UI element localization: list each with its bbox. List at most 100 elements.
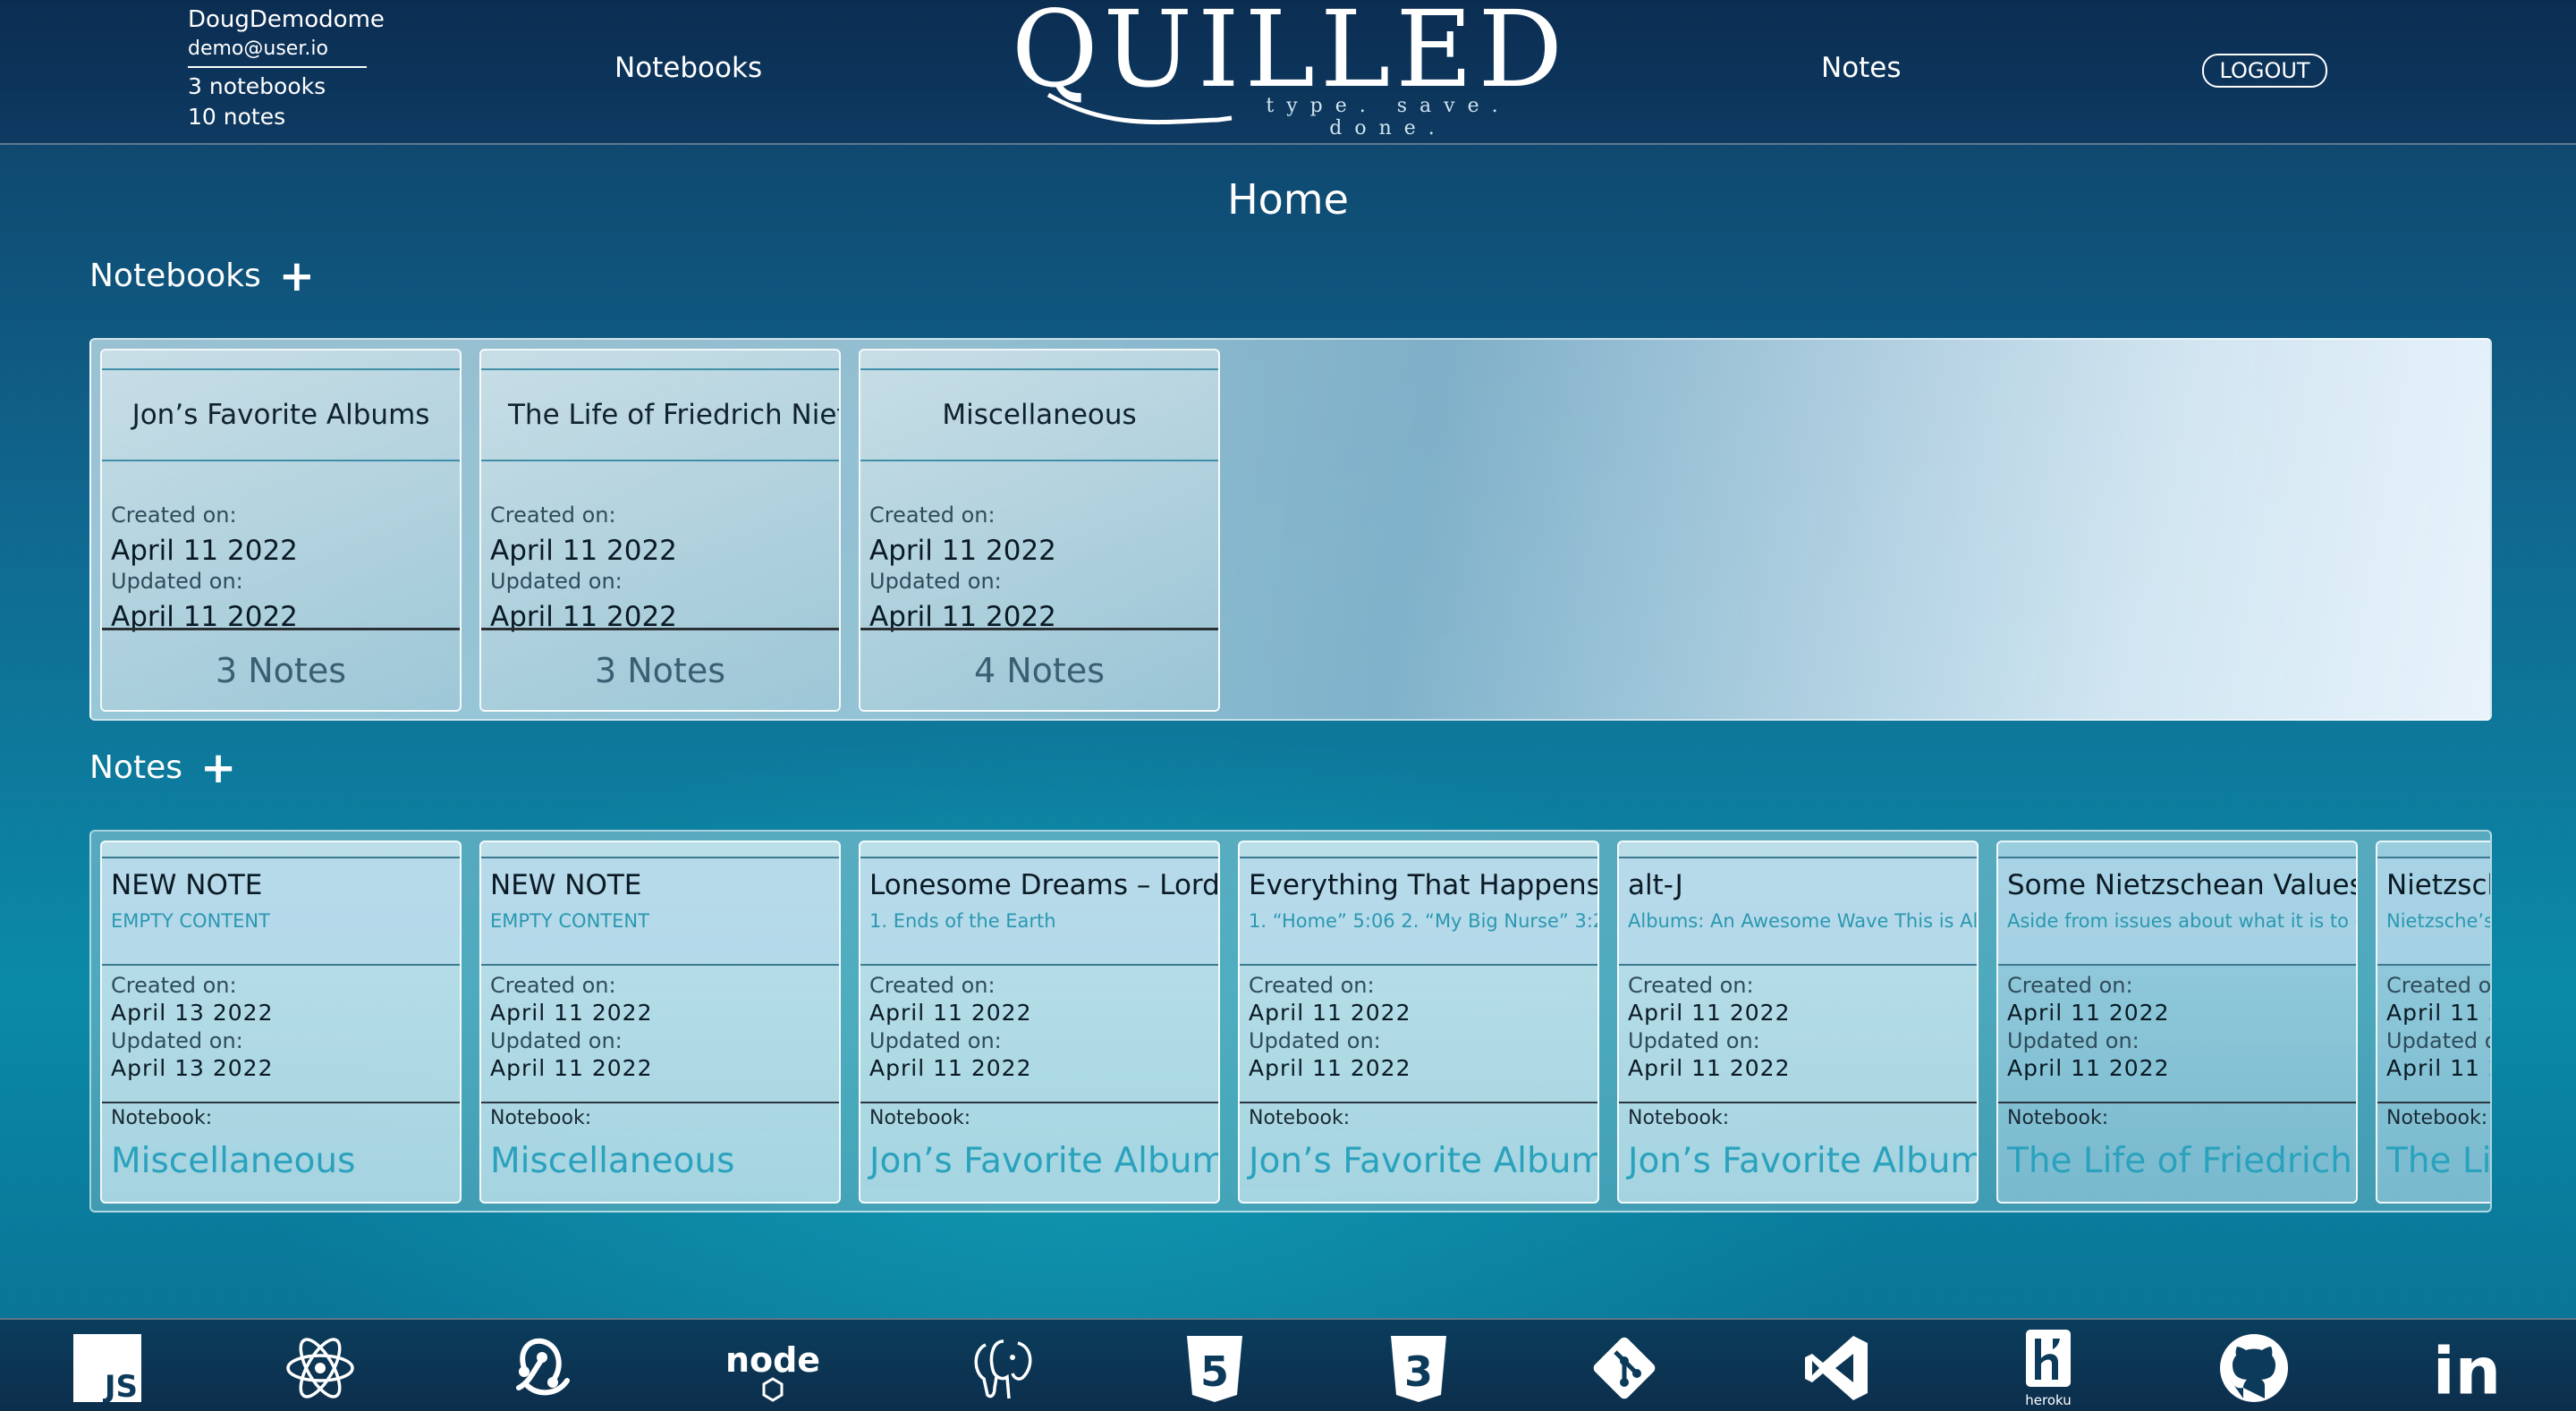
notebook-label: Notebook: — [2386, 1107, 2488, 1129]
updated-label: Updated on: — [111, 569, 243, 594]
note-notebook-name[interactable]: Miscellaneous — [111, 1141, 355, 1181]
note-card[interactable]: Everything That Happens Will Happen Toda… — [1238, 841, 1599, 1204]
created-date: April 11 2022 — [2386, 1000, 2490, 1026]
github-icon[interactable] — [2218, 1332, 2290, 1404]
svg-text:5: 5 — [1200, 1348, 1229, 1396]
note-snippet: 1. Ends of the Earth — [869, 910, 1056, 932]
add-note-button[interactable]: + — [200, 747, 236, 790]
created-label: Created on: — [1628, 973, 1754, 998]
note-notebook-name[interactable]: The Life of Friedrich Nietzsche — [2386, 1141, 2490, 1181]
created-label: Created on: — [869, 973, 996, 998]
css3-icon[interactable]: 3 — [1383, 1332, 1454, 1404]
notebooks-section-label: Notebooks — [89, 258, 261, 294]
note-title: alt-J — [1628, 869, 1683, 901]
note-title: Lonesome Dreams – Lord Huron — [869, 869, 1220, 901]
notebook-card[interactable]: Jon’s Favorite Albums Created on: April … — [100, 349, 462, 712]
page-title: Home — [1227, 175, 1349, 224]
notebook-note-count: 3 Notes — [102, 628, 460, 710]
linkedin-icon[interactable]: in — [2431, 1332, 2503, 1404]
note-title: Some Nietzschean Values — [2007, 869, 2358, 901]
svg-text:3: 3 — [1404, 1348, 1433, 1396]
updated-label: Updated on: — [2386, 1028, 2490, 1053]
user-info: DougDemodome demo@user.io 3 notebooks 10… — [188, 4, 385, 132]
note-card[interactable]: Lonesome Dreams – Lord Huron 1. Ends of t… — [859, 841, 1220, 1204]
git-icon[interactable] — [1589, 1332, 1660, 1404]
updated-label: Updated on: — [869, 569, 1002, 594]
notebook-label: Notebook: — [111, 1107, 213, 1129]
created-label: Created on: — [111, 503, 237, 528]
nodejs-icon[interactable]: node — [726, 1332, 819, 1404]
html5-icon[interactable]: 5 — [1179, 1332, 1250, 1404]
add-notebook-button[interactable]: + — [279, 255, 315, 298]
note-notebook-name[interactable]: Jon’s Favorite Albums — [1628, 1141, 1977, 1181]
postgresql-icon[interactable] — [968, 1332, 1039, 1404]
note-title: Nietzsche — [2386, 869, 2490, 901]
updated-label: Updated on: — [111, 1028, 243, 1053]
created-date: April 11 2022 — [2007, 1000, 2170, 1026]
note-card[interactable]: Nietzsche Nietzsche’s Created on: April 1… — [2376, 841, 2490, 1204]
created-label: Created on: — [490, 973, 616, 998]
nav-notebooks-link[interactable]: Notebooks — [614, 52, 762, 84]
notes-section-label: Notes — [89, 749, 182, 786]
note-title: NEW NOTE — [111, 869, 263, 901]
note-card[interactable]: Some Nietzschean Values Aside from issues… — [1996, 841, 2358, 1204]
note-notebook-name[interactable]: Jon’s Favorite Albums — [1249, 1141, 1597, 1181]
created-date: April 11 2022 — [1628, 1000, 1791, 1026]
note-notebook-name[interactable]: The Life of Friedrich Nietzsche — [2007, 1141, 2356, 1181]
notebooks-count: 3 notebooks — [188, 73, 326, 99]
created-label: Created on: — [490, 503, 616, 528]
javascript-icon[interactable]: JS — [72, 1332, 143, 1404]
updated-label: Updated on: — [1628, 1028, 1760, 1053]
created-date: April 11 2022 — [869, 1000, 1032, 1026]
notebook-label: Notebook: — [1628, 1107, 1730, 1129]
notebook-label: Notebook: — [490, 1107, 592, 1129]
note-snippet: Albums: An Awesome Wave This is All Your… — [1628, 910, 1979, 932]
note-notebook-name[interactable]: Jon’s Favorite Albums — [869, 1141, 1218, 1181]
created-date: April 11 2022 — [1249, 1000, 1411, 1026]
note-notebook-name[interactable]: Miscellaneous — [490, 1141, 734, 1181]
notebook-note-count: 3 Notes — [481, 628, 839, 710]
notes-count: 10 notes — [188, 104, 286, 130]
note-card[interactable]: NEW NOTE EMPTY CONTENT Created on: April … — [479, 841, 841, 1204]
vscode-icon[interactable] — [1801, 1332, 1873, 1404]
updated-date: April 11 2022 — [1249, 1055, 1411, 1081]
updated-date: April 11 2022 — [869, 1055, 1032, 1081]
updated-label: Updated on: — [869, 1028, 1002, 1053]
note-snippet: 1. “Home” 5:06 2. “My Big Nurse” 3:21 3. — [1249, 910, 1597, 932]
notebook-label: Notebook: — [869, 1107, 971, 1129]
updated-date: April 13 2022 — [111, 1055, 274, 1081]
updated-label: Updated on: — [490, 569, 623, 594]
updated-date: April 11 2022 — [2386, 1055, 2490, 1081]
notebook-name: The Life of Friedrich Nietzsche — [481, 370, 839, 461]
notes-section-header: Notes + — [89, 747, 236, 790]
redux-icon[interactable] — [506, 1332, 578, 1404]
note-card[interactable]: alt-J Albums: An Awesome Wave This is All… — [1617, 841, 1979, 1204]
updated-label: Updated on: — [490, 1028, 623, 1053]
notebooks-section-header: Notebooks + — [89, 255, 315, 298]
notebook-name: Miscellaneous — [860, 370, 1218, 461]
nav-notes-link[interactable]: Notes — [1821, 52, 1902, 84]
updated-date: April 11 2022 — [2007, 1055, 2170, 1081]
svg-text:heroku: heroku — [2025, 1392, 2071, 1408]
created-label: Created on: — [869, 503, 996, 528]
logo[interactable]: QUILLED type. save. done. — [1004, 0, 1576, 139]
note-title: NEW NOTE — [490, 869, 642, 901]
created-label: Created on: — [111, 973, 237, 998]
created-date: April 11 2022 — [111, 535, 298, 567]
created-label: Created on: — [1249, 973, 1375, 998]
heroku-icon[interactable]: heroku — [2012, 1330, 2084, 1408]
note-snippet: EMPTY CONTENT — [490, 910, 649, 932]
svg-text:in: in — [2433, 1335, 2501, 1404]
svg-text:node: node — [726, 1340, 819, 1380]
logout-button[interactable]: LOGOUT — [2202, 54, 2327, 88]
notebook-card[interactable]: The Life of Friedrich Nietzsche Created … — [479, 349, 841, 712]
notebook-card[interactable]: Miscellaneous Created on: April 11 2022 … — [859, 349, 1220, 712]
note-card[interactable]: NEW NOTE EMPTY CONTENT Created on: April … — [100, 841, 462, 1204]
react-icon[interactable] — [284, 1332, 356, 1404]
updated-date: April 11 2022 — [1628, 1055, 1791, 1081]
logo-tagline: type. save. done. — [1266, 95, 1511, 139]
created-date: April 11 2022 — [869, 535, 1056, 567]
notes-tray: NEW NOTE EMPTY CONTENT Created on: April … — [89, 830, 2492, 1212]
updated-label: Updated on: — [2007, 1028, 2140, 1053]
note-snippet: Aside from issues about what it is to cr… — [2007, 910, 2356, 932]
